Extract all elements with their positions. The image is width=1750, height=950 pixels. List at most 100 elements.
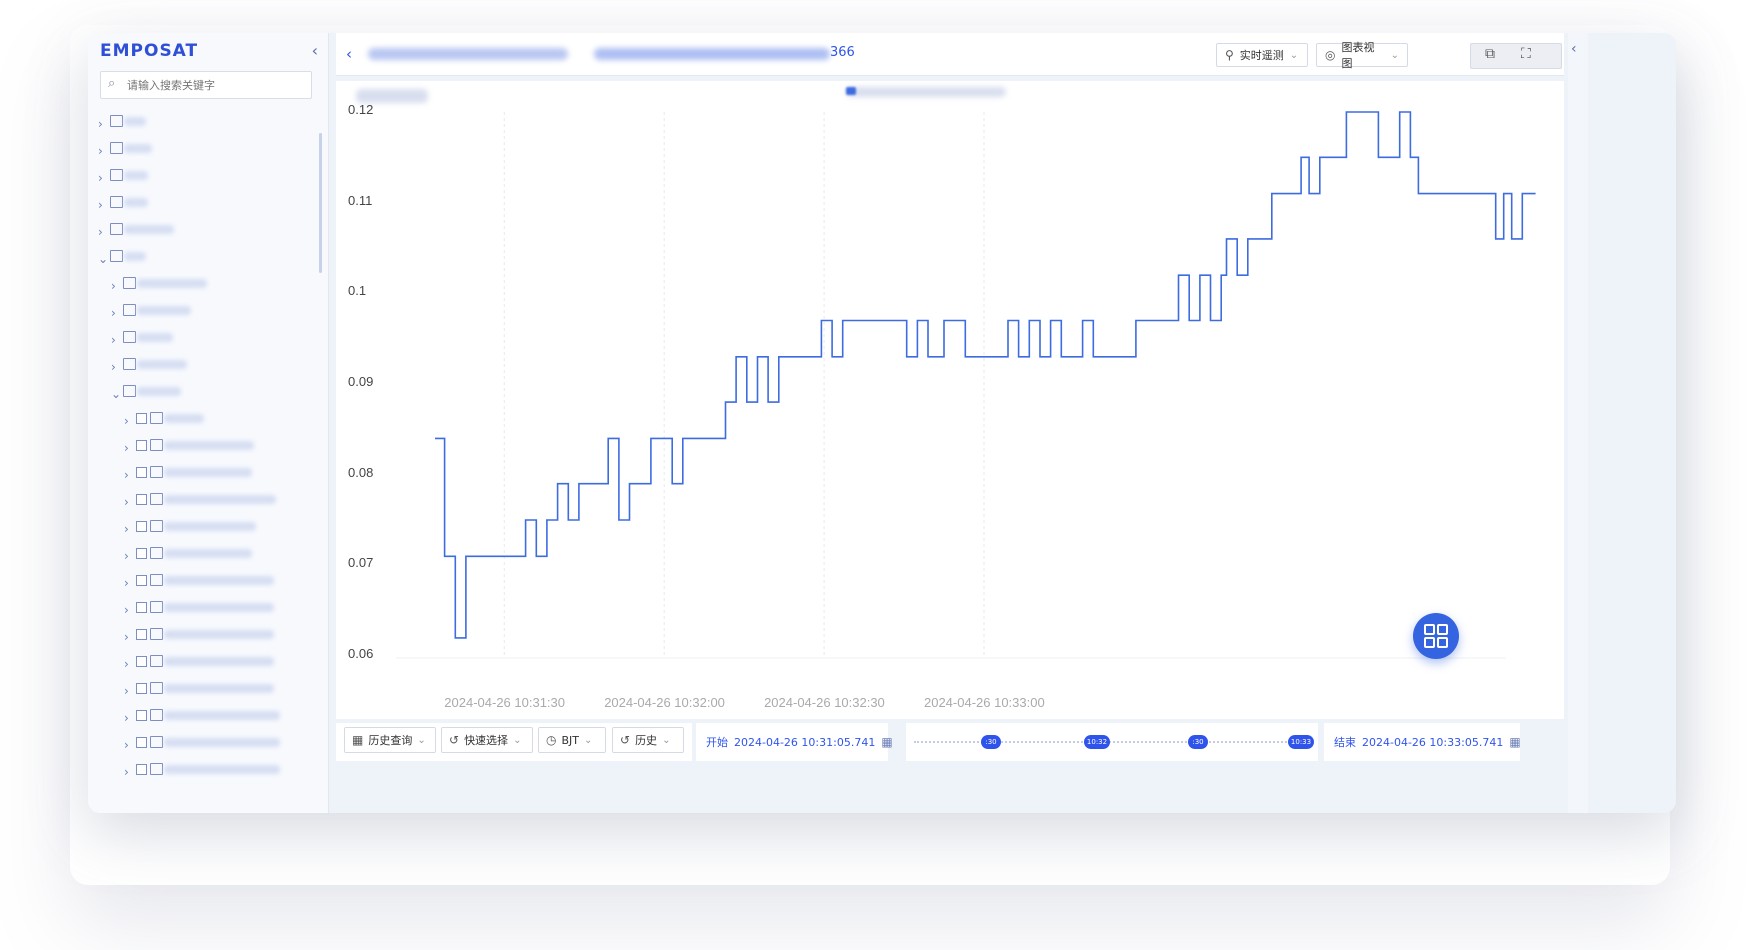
- checkbox[interactable]: [136, 683, 147, 694]
- tree-node[interactable]: ›: [88, 678, 320, 705]
- slider-handle[interactable]: :30: [1188, 735, 1208, 749]
- end-time-box[interactable]: 结束 2024-04-26 10:33:05.741 ▦: [1324, 723, 1521, 761]
- checkbox[interactable]: [136, 764, 147, 775]
- chevron-right-icon[interactable]: ›: [124, 414, 129, 428]
- chevron-down-icon[interactable]: ⌄: [98, 252, 108, 266]
- chevron-right-icon[interactable]: ›: [124, 576, 129, 590]
- chevron-right-icon[interactable]: ›: [124, 657, 129, 671]
- tree-node-label-blurred: [164, 576, 274, 585]
- chevron-right-icon[interactable]: ›: [98, 117, 103, 131]
- right-panel-toggle[interactable]: ‹: [1568, 33, 1588, 813]
- calendar-icon[interactable]: ▦: [881, 735, 892, 749]
- open-external-icon[interactable]: ⧉: [1485, 46, 1495, 62]
- tree-node[interactable]: ›: [88, 570, 320, 597]
- fullscreen-icon[interactable]: ⛶: [1521, 46, 1531, 62]
- tree-node[interactable]: ›: [88, 354, 320, 381]
- grid-menu-button[interactable]: [1413, 613, 1459, 659]
- chevron-right-icon[interactable]: ›: [111, 360, 116, 374]
- tree-node[interactable]: ›: [88, 138, 320, 165]
- chevron-right-icon[interactable]: ›: [124, 468, 129, 482]
- tree-node[interactable]: ›: [88, 597, 320, 624]
- quick-select-button[interactable]: ↺ 快速选择 ⌄: [441, 727, 533, 753]
- checkbox[interactable]: [136, 656, 147, 667]
- tree-node[interactable]: ›: [88, 300, 320, 327]
- folder-icon: [123, 331, 136, 343]
- chevron-right-icon[interactable]: ›: [111, 306, 116, 320]
- sidebar: EMPOSAT ‹ ⌕ ›››››⌄››››⌄››››››››››››››: [88, 33, 329, 813]
- timezone-select[interactable]: ◷ BJT ⌄: [538, 727, 606, 753]
- tree-node[interactable]: ⌄: [88, 246, 320, 273]
- tree-node[interactable]: ›: [88, 516, 320, 543]
- history-icon: ↺: [620, 733, 631, 747]
- tree-node[interactable]: ›: [88, 489, 320, 516]
- tree-node[interactable]: ›: [88, 462, 320, 489]
- top-bar: ‹ 366 ⚲ 实时遥测 ⌄ ◎ 图表视图 ⌄ ⧉ ⛶: [336, 33, 1564, 76]
- tree-node[interactable]: ›: [88, 624, 320, 651]
- history-query-button[interactable]: ▦ 历史查询 ⌄: [344, 727, 436, 753]
- chevron-right-icon[interactable]: ›: [124, 495, 129, 509]
- chevron-right-icon[interactable]: ›: [124, 630, 129, 644]
- chevron-right-icon[interactable]: ›: [111, 279, 116, 293]
- tree-node[interactable]: ›: [88, 408, 320, 435]
- chart-view-button[interactable]: ◎ 图表视图 ⌄: [1316, 41, 1408, 70]
- search-input[interactable]: [125, 74, 309, 98]
- chevron-right-icon[interactable]: ›: [124, 603, 129, 617]
- tree-node[interactable]: ›: [88, 273, 320, 300]
- chevron-right-icon[interactable]: ›: [124, 738, 129, 752]
- checkbox[interactable]: [136, 737, 147, 748]
- tree-node[interactable]: ›: [88, 705, 320, 732]
- checkbox[interactable]: [136, 629, 147, 640]
- chevron-right-icon[interactable]: ›: [124, 549, 129, 563]
- chevron-right-icon[interactable]: ›: [98, 225, 103, 239]
- checkbox[interactable]: [136, 467, 147, 478]
- calendar-icon[interactable]: ▦: [1509, 735, 1520, 749]
- tree-node[interactable]: ›: [88, 165, 320, 192]
- tree-node[interactable]: ⌄: [88, 381, 320, 408]
- tree-node-label-blurred: [137, 360, 187, 369]
- collapse-sidebar-icon[interactable]: ‹: [312, 41, 318, 60]
- tree-node-label-blurred: [137, 279, 207, 288]
- time-range-slider[interactable]: :30 10:32 :30 10:33: [906, 723, 1318, 761]
- folder-icon: [123, 385, 136, 397]
- tree-node[interactable]: ›: [88, 327, 320, 354]
- checkbox[interactable]: [136, 521, 147, 532]
- folder-icon: [150, 493, 163, 505]
- chevron-right-icon[interactable]: ›: [124, 684, 129, 698]
- tree-node[interactable]: ›: [88, 759, 320, 786]
- chevron-right-icon[interactable]: ›: [98, 171, 103, 185]
- tree-node-label-blurred: [164, 414, 204, 423]
- checkbox[interactable]: [136, 494, 147, 505]
- slider-handle[interactable]: 10:33: [1288, 735, 1314, 749]
- start-time-box[interactable]: 开始 2024-04-26 10:31:05.741 ▦: [696, 723, 893, 761]
- chevron-right-icon[interactable]: ›: [124, 522, 129, 536]
- chevron-down-icon[interactable]: ⌄: [111, 387, 121, 401]
- slider-handle[interactable]: 10:32: [1084, 735, 1110, 749]
- back-icon[interactable]: ‹: [346, 45, 352, 63]
- tree-node[interactable]: ›: [88, 435, 320, 462]
- checkbox[interactable]: [136, 440, 147, 451]
- folder-icon: [150, 736, 163, 748]
- realtime-telemetry-button[interactable]: ⚲ 实时遥测 ⌄: [1216, 43, 1308, 67]
- quick-select-label: 快速选择: [464, 734, 509, 747]
- tree-node[interactable]: ›: [88, 732, 320, 759]
- checkbox[interactable]: [136, 575, 147, 586]
- checkbox[interactable]: [136, 710, 147, 721]
- chevron-right-icon[interactable]: ›: [98, 198, 103, 212]
- checkbox[interactable]: [136, 602, 147, 613]
- chevron-right-icon[interactable]: ›: [98, 144, 103, 158]
- sidebar-scrollbar[interactable]: [319, 133, 322, 273]
- tree-node[interactable]: ›: [88, 651, 320, 678]
- tree-node[interactable]: ›: [88, 111, 320, 138]
- slider-handle[interactable]: :30: [981, 735, 1001, 749]
- checkbox[interactable]: [136, 548, 147, 559]
- tree-node[interactable]: ›: [88, 192, 320, 219]
- checkbox[interactable]: [136, 413, 147, 424]
- chevron-right-icon[interactable]: ›: [124, 711, 129, 725]
- chevron-right-icon[interactable]: ›: [124, 765, 129, 779]
- tree-node[interactable]: ›: [88, 543, 320, 570]
- history-button[interactable]: ↺ 历史 ⌄: [612, 727, 684, 753]
- tree-node[interactable]: ›: [88, 219, 320, 246]
- chevron-right-icon[interactable]: ›: [124, 441, 129, 455]
- search-box[interactable]: ⌕: [100, 71, 312, 99]
- chevron-right-icon[interactable]: ›: [111, 333, 116, 347]
